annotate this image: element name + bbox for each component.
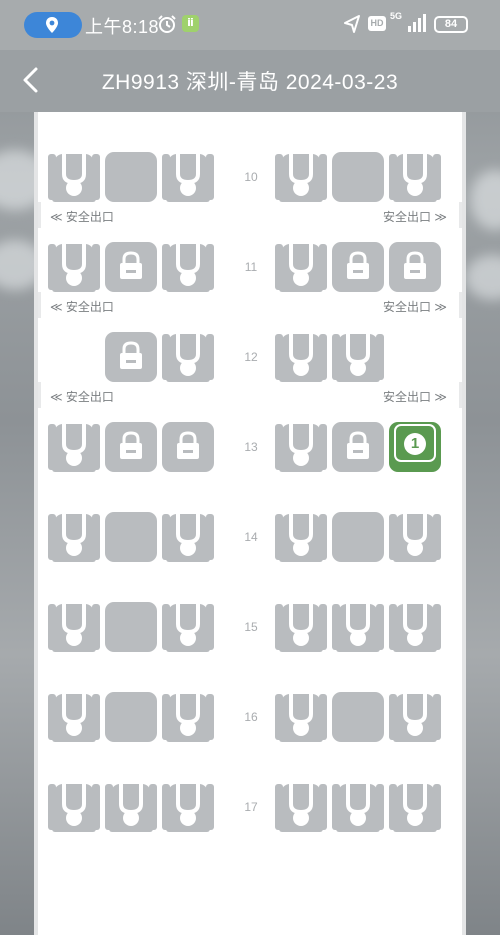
exit-label-left: ≪ 安全出口	[50, 300, 114, 314]
seat-occupied-icon	[48, 420, 100, 474]
exit-label-left: ≪ 安全出口	[50, 210, 114, 224]
seat-occupied-icon	[162, 780, 214, 834]
seat-available-icon[interactable]	[332, 112, 384, 114]
row-number: 10	[244, 170, 258, 184]
seat-locked-icon	[389, 240, 441, 294]
seat-occupied-icon	[48, 510, 100, 564]
page-title: ZH9913 深圳-青岛 2024-03-23	[101, 71, 399, 94]
seat-available-icon[interactable]	[332, 150, 384, 204]
seat-available-icon[interactable]	[105, 690, 157, 744]
seat-occupied-icon	[48, 240, 100, 294]
seat-occupied-icon	[389, 510, 441, 564]
row-number: 17	[244, 800, 258, 814]
cabin-wall-right	[462, 112, 466, 935]
seat-occupied-icon	[332, 780, 384, 834]
seat-occupied-icon	[48, 600, 100, 654]
seat-occupied-icon	[332, 600, 384, 654]
seat-available-icon[interactable]	[332, 690, 384, 744]
status-bar: 上午8:18 ⅱ HD 5G 84	[0, 0, 500, 50]
seat-occupied-icon	[48, 780, 100, 834]
exit-door-left	[38, 202, 41, 228]
seat-map: 10 ≪ 安全出口 安全出口 ≫ 11 ≪ 安全出口 安全出口 ≫ 12 ≪ 安全出口 安全出口…	[34, 112, 466, 935]
seat-occupied-icon	[389, 150, 441, 204]
exit-door-right	[459, 382, 462, 408]
exit-label-right: 安全出口 ≫	[383, 300, 447, 314]
exit-door-left	[38, 292, 41, 318]
location-pin-icon	[46, 17, 58, 33]
header-bar: ZH9913 深圳-青岛 2024-03-23	[0, 50, 500, 112]
seat-available-icon[interactable]	[105, 510, 157, 564]
background-cloud	[465, 255, 500, 300]
seat-occupied-icon	[389, 690, 441, 744]
seat-occupied-icon	[332, 330, 384, 384]
seat-occupied-icon	[162, 600, 214, 654]
app-notification-icon: ⅱ	[182, 15, 199, 32]
seat-locked-icon	[105, 420, 157, 474]
seat-occupied-icon	[389, 112, 441, 114]
exit-door-left	[38, 382, 41, 408]
seat-locked-icon	[162, 420, 214, 474]
seat-available-icon[interactable]	[105, 150, 157, 204]
row-number: 12	[244, 350, 258, 364]
battery-icon: 84	[434, 16, 468, 33]
background-cloud	[470, 170, 500, 230]
status-time: 上午8:18	[85, 17, 160, 37]
seat-selected-icon[interactable]: 1	[389, 420, 441, 474]
seat-occupied-icon	[275, 510, 327, 564]
seat-locked-icon	[332, 240, 384, 294]
seat-occupied-icon	[275, 780, 327, 834]
navigation-arrow-icon	[344, 15, 360, 33]
seat-available-icon[interactable]	[332, 510, 384, 564]
row-number: 16	[244, 710, 258, 724]
seat-occupied-icon	[48, 150, 100, 204]
hd-icon: HD	[368, 16, 386, 31]
seat-occupied-icon	[275, 690, 327, 744]
seat-occupied-icon	[162, 510, 214, 564]
seat-available-icon[interactable]	[105, 112, 157, 114]
exit-door-right	[459, 292, 462, 318]
seat-occupied-icon	[275, 240, 327, 294]
exit-label-right: 安全出口 ≫	[383, 210, 447, 224]
seat-locked-icon	[332, 420, 384, 474]
row-number: 15	[244, 620, 258, 634]
row-number: 14	[244, 530, 258, 544]
seat-occupied-icon	[162, 330, 214, 384]
exit-label-left: ≪ 安全出口	[50, 390, 114, 404]
alarm-icon	[158, 15, 176, 33]
seat-occupied-icon	[162, 690, 214, 744]
seat-occupied-icon	[389, 780, 441, 834]
seat-locked-icon	[105, 240, 157, 294]
exit-door-right	[459, 202, 462, 228]
location-pill[interactable]	[24, 12, 82, 38]
row-number: 11	[244, 260, 258, 274]
seat-locked-icon	[105, 330, 157, 384]
seat-occupied-icon	[275, 330, 327, 384]
seat-occupied-icon	[275, 600, 327, 654]
seat-available-icon[interactable]	[105, 600, 157, 654]
seat-occupied-icon	[162, 150, 214, 204]
selected-seat-label: 1	[410, 435, 420, 452]
seat-occupied-icon	[275, 150, 327, 204]
signal-icon	[408, 14, 426, 32]
seat-occupied-icon	[275, 420, 327, 474]
seat-occupied-icon	[48, 690, 100, 744]
seat-occupied-icon	[389, 600, 441, 654]
seat-occupied-icon	[162, 240, 214, 294]
seat-occupied-icon	[162, 112, 214, 114]
exit-label-right: 安全出口 ≫	[383, 390, 447, 404]
seat-occupied-icon	[105, 780, 157, 834]
seat-occupied-icon	[275, 112, 327, 114]
row-number: 13	[244, 440, 258, 454]
seat-occupied-icon	[48, 112, 100, 114]
cabin-wall-left	[34, 112, 38, 935]
